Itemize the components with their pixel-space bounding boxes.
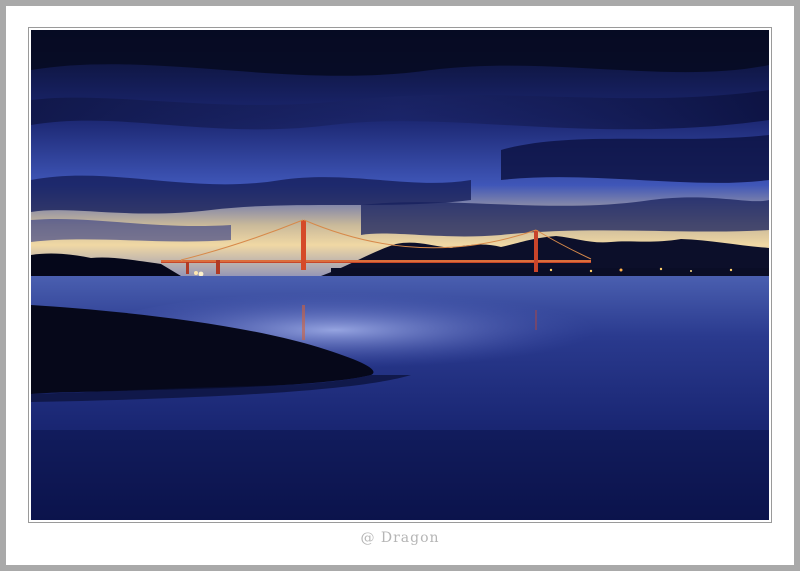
photo-border	[28, 27, 772, 523]
watermark: @ Dragon	[360, 530, 440, 546]
photo	[31, 30, 769, 520]
golden-gate-bridge-night-photo	[31, 30, 769, 520]
picture-frame: @ Dragon	[6, 6, 794, 565]
